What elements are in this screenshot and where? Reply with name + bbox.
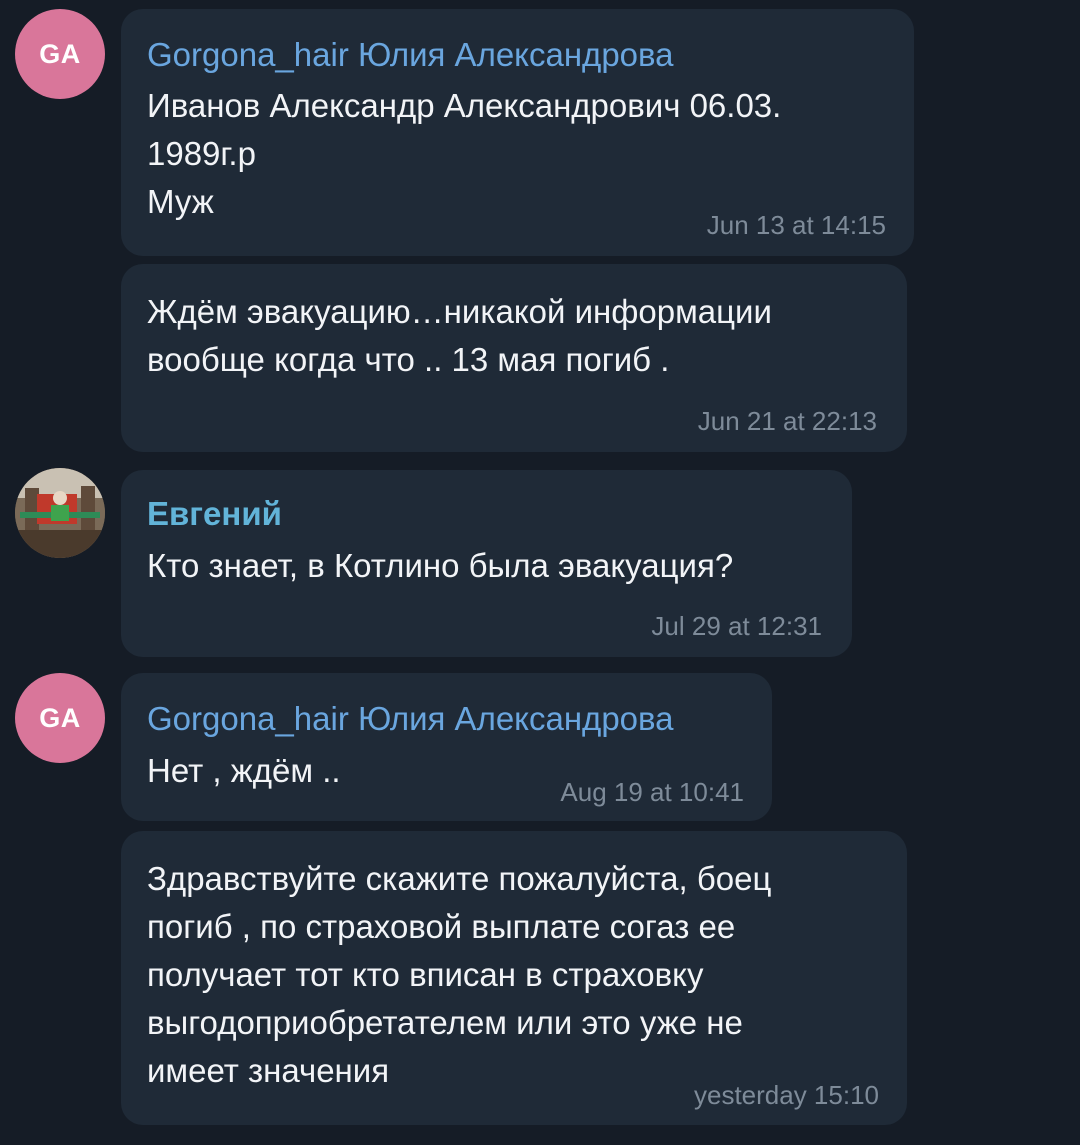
avatar-evgeniy[interactable] bbox=[15, 468, 105, 558]
message-text: Иванов Александр Александрович 06.03. 19… bbox=[147, 87, 782, 220]
message-text: Ждём эвакуацию…никакой информации вообще… bbox=[147, 293, 772, 378]
message-text: Здравствуйте скажите пожалуйста, боец по… bbox=[147, 860, 772, 1089]
sender-name[interactable]: Евгений bbox=[147, 494, 282, 534]
avatar-initials: GA bbox=[39, 702, 81, 733]
message-bubble[interactable]: Здравствуйте скажите пожалуйста, боец по… bbox=[121, 831, 907, 1125]
avatar-photo-icon bbox=[15, 468, 105, 558]
sender-name[interactable]: Gorgona_hair Юлия Александрова bbox=[147, 35, 674, 75]
sender-name[interactable]: Gorgona_hair Юлия Александрова bbox=[147, 699, 674, 739]
avatar-gorgona-hair[interactable]: GA bbox=[15, 673, 105, 763]
message-bubble[interactable]: Ждём эвакуацию…никакой информации вообще… bbox=[121, 264, 907, 452]
message-timestamp: yesterday 15:10 bbox=[693, 1080, 879, 1110]
message-bubble[interactable]: Евгений Кто знает, в Котлино была эвакуа… bbox=[121, 470, 852, 657]
message-timestamp: Jul 29 at 12:31 bbox=[651, 611, 822, 641]
avatar-initials: GA bbox=[39, 38, 81, 69]
message-bubble[interactable]: Gorgona_hair Юлия Александрова Нет , ждё… bbox=[121, 673, 772, 821]
avatar-gorgona-hair[interactable]: GA bbox=[15, 9, 105, 99]
message-timestamp: Jun 13 at 14:15 bbox=[706, 210, 886, 240]
message-bubble[interactable]: Gorgona_hair Юлия Александрова Иванов Ал… bbox=[121, 9, 914, 256]
message-text: Кто знает, в Котлино была эвакуация? bbox=[147, 547, 734, 584]
message-timestamp: Jun 21 at 22:13 bbox=[697, 406, 877, 436]
message-timestamp: Aug 19 at 10:41 bbox=[560, 777, 744, 807]
message-text: Нет , ждём .. bbox=[147, 752, 341, 789]
